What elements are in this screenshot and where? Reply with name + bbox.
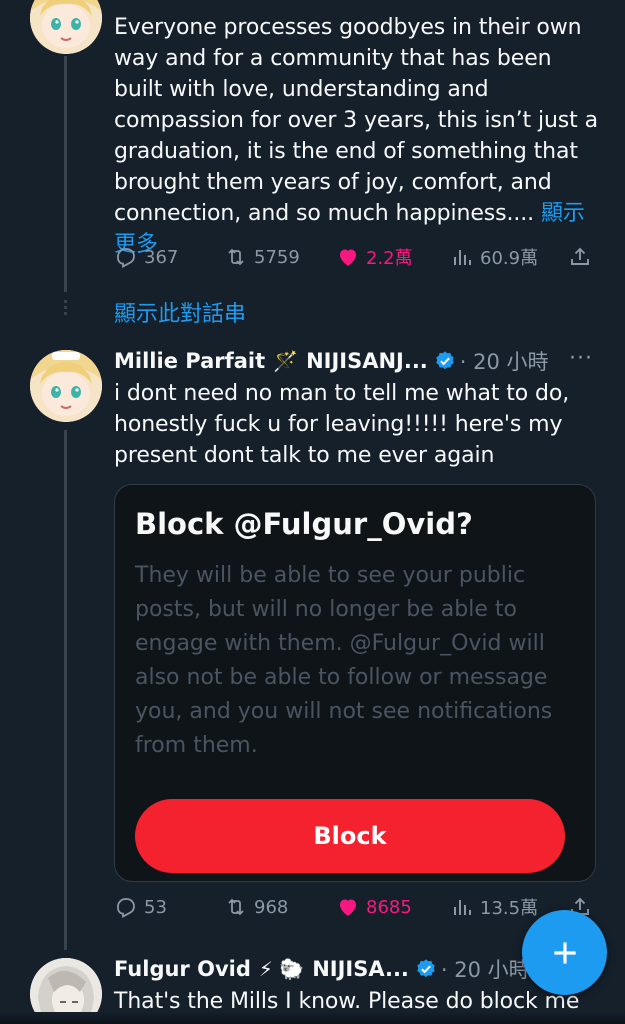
like-button[interactable]: 2.2萬 xyxy=(336,244,413,270)
share-icon xyxy=(571,247,589,265)
reply-button[interactable]: 53 xyxy=(114,895,167,919)
retweet-button[interactable]: 5759 xyxy=(224,245,300,269)
heart-icon xyxy=(340,249,356,266)
share-button[interactable] xyxy=(568,245,592,269)
reply-count: 53 xyxy=(144,896,167,918)
timeline: Everyone processes goodbyes in their own… xyxy=(0,0,625,1024)
heart-icon xyxy=(340,899,356,916)
view-count: 60.9萬 xyxy=(480,248,539,269)
name-suffix[interactable]: NIJISA... xyxy=(312,957,409,981)
timestamp-text: 20 小時 xyxy=(454,958,530,982)
name-emoji: ⚡ 🐑 xyxy=(258,957,305,981)
attached-image[interactable]: Block @Fulgur_Ovid? They will be able to… xyxy=(114,484,596,882)
verified-icon xyxy=(417,959,435,978)
retweet-icon xyxy=(228,248,244,266)
like-count: 8685 xyxy=(366,896,412,918)
avatar-image xyxy=(30,350,102,422)
tweet-actions: 53 968 8685 13.5萬 xyxy=(114,892,604,922)
thread-line-top xyxy=(64,56,67,292)
name-suffix[interactable]: NIJISANJ... xyxy=(306,349,428,373)
tweet-body: Everyone processes goodbyes in their own… xyxy=(114,15,598,226)
thread-dots xyxy=(64,300,67,322)
timestamp[interactable]: · 20 小時 xyxy=(441,954,530,984)
compose-plus-icon xyxy=(553,941,576,964)
retweet-icon xyxy=(228,898,244,916)
verified-icon xyxy=(436,351,454,370)
reply-button[interactable]: 367 xyxy=(114,245,178,269)
reply-count: 367 xyxy=(144,246,179,268)
timestamp[interactable]: · 20 小時 xyxy=(460,346,549,376)
block-dialog-title: Block @Fulgur_Ovid? xyxy=(135,507,473,541)
display-name[interactable]: Fulgur Ovid xyxy=(114,957,251,981)
bottom-edge xyxy=(0,1012,625,1024)
avatar[interactable] xyxy=(30,0,102,54)
reply-icon xyxy=(117,898,135,919)
avatar-image xyxy=(30,0,102,54)
views-button[interactable]: 60.9萬 xyxy=(450,244,538,270)
like-button[interactable]: 8685 xyxy=(336,895,412,919)
tweet-actions: 367 5759 2.2萬 60.9萬 xyxy=(114,242,604,272)
views-icon xyxy=(454,900,471,915)
avatar[interactable] xyxy=(30,350,102,422)
views-button[interactable]: 13.5萬 xyxy=(450,894,538,920)
timestamp-text: 20 小時 xyxy=(473,350,549,374)
retweet-count: 968 xyxy=(254,896,289,918)
display-name[interactable]: Millie Parfait xyxy=(114,349,265,373)
thread-line-mid xyxy=(64,430,67,950)
like-count: 2.2萬 xyxy=(366,248,413,269)
more-options-button[interactable]: ··· xyxy=(569,346,593,371)
reply-icon xyxy=(117,248,135,269)
views-icon xyxy=(454,250,471,265)
tweet-header: Millie Parfait 🪄 NIJISANJ... · 20 小時 ··· xyxy=(114,346,604,376)
view-count: 13.5萬 xyxy=(480,898,539,919)
show-thread-link[interactable]: 顯示此對話串 xyxy=(114,296,246,328)
retweet-button[interactable]: 968 xyxy=(224,895,288,919)
compose-button[interactable] xyxy=(522,910,607,995)
block-dialog-body: They will be able to see your public pos… xyxy=(135,563,553,758)
tweet-text: Everyone processes goodbyes in their own… xyxy=(114,12,604,260)
retweet-count: 5759 xyxy=(254,246,300,268)
tweet-text: i dont need no man to tell me what to do… xyxy=(114,381,570,468)
block-button: Block xyxy=(135,799,565,873)
name-emoji: 🪄 xyxy=(273,349,299,373)
